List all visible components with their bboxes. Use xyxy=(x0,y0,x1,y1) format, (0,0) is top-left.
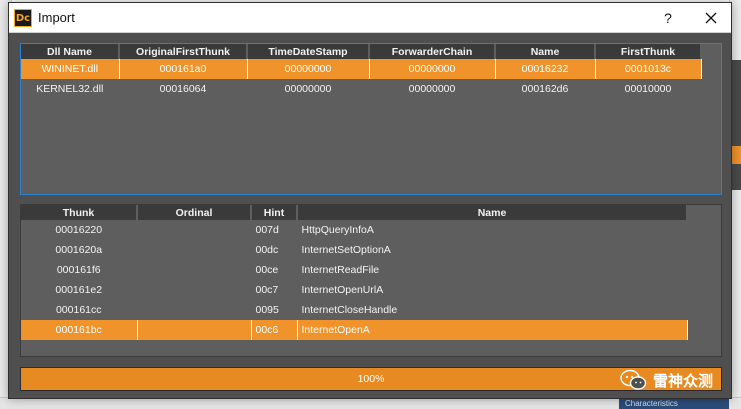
dll-name-cell: KERNEL32.dll xyxy=(21,79,120,99)
name-rva-cell: 000162d6 xyxy=(495,79,596,99)
ordinal-cell xyxy=(137,300,252,320)
column-header-name[interactable]: Name xyxy=(495,44,596,59)
help-button[interactable]: ? xyxy=(659,8,677,28)
function-table-row[interactable]: 000161cc 0095 InternetCloseHandle xyxy=(21,300,688,320)
function-table-row[interactable]: 00016220 007d HttpQueryInfoA xyxy=(21,220,688,240)
first-thunk-cell: 0001013c xyxy=(595,59,702,79)
ordinal-cell xyxy=(137,280,252,300)
name-rva-cell: 00016232 xyxy=(495,59,596,79)
ordinal-cell xyxy=(137,320,252,340)
hint-cell: 00c7 xyxy=(251,280,298,300)
time-date-stamp-cell: 00000000 xyxy=(247,59,370,79)
functions-table-header-row: Thunk Ordinal Hint Name xyxy=(21,205,688,220)
watermark: 雷神众测 xyxy=(619,365,713,395)
hint-cell: 0095 xyxy=(251,300,298,320)
dll-table-row[interactable]: WININET.dll 000161a0 00000000 00000000 0… xyxy=(21,59,702,79)
dll-name-cell: WININET.dll xyxy=(21,59,120,79)
dialog-titlebar[interactable]: Dc Import ? xyxy=(9,3,731,33)
thunk-cell: 000161bc xyxy=(21,320,138,340)
ordinal-cell xyxy=(137,240,252,260)
dll-table-header-row: Dll Name OriginalFirstThunk TimeDateStam… xyxy=(21,44,702,59)
function-table-row[interactable]: 000161f6 00ce InternetReadFile xyxy=(21,260,688,280)
hint-cell: 00ce xyxy=(251,260,298,280)
function-name-cell: InternetOpenUrlA xyxy=(297,280,688,300)
forwarder-chain-cell: 00000000 xyxy=(369,59,496,79)
function-name-cell: InternetOpenA xyxy=(297,320,688,340)
hint-cell: 00c6 xyxy=(251,320,298,340)
function-table-row[interactable]: 000161bc 00c6 InternetOpenA xyxy=(21,320,688,340)
time-date-stamp-cell: 00000000 xyxy=(247,79,370,99)
function-table-row[interactable]: 0001620a 00dc InternetSetOptionA xyxy=(21,240,688,260)
function-name-cell: HttpQueryInfoA xyxy=(297,220,688,240)
first-thunk-cell: 00010000 xyxy=(595,79,702,99)
thunk-cell: 00016220 xyxy=(21,220,138,240)
background-status-tag: Characteristics xyxy=(619,399,729,409)
progress-bar: 100% xyxy=(20,367,722,391)
ordinal-cell xyxy=(137,220,252,240)
thunk-cell: 000161e2 xyxy=(21,280,138,300)
imported-functions-table-panel[interactable]: Thunk Ordinal Hint Name 00016220 007d Ht… xyxy=(20,204,722,357)
column-header-original-first-thunk[interactable]: OriginalFirstThunk xyxy=(119,44,248,59)
column-header-ordinal[interactable]: Ordinal xyxy=(137,205,252,220)
close-icon xyxy=(705,12,717,24)
hint-cell: 00dc xyxy=(251,240,298,260)
dll-import-table: Dll Name OriginalFirstThunk TimeDateStam… xyxy=(21,44,702,99)
column-header-function-name[interactable]: Name xyxy=(297,205,688,220)
column-header-forwarder-chain[interactable]: ForwarderChain xyxy=(369,44,496,59)
app-logo-icon: Dc xyxy=(14,9,32,27)
ordinal-cell xyxy=(137,260,252,280)
column-header-hint[interactable]: Hint xyxy=(251,205,298,220)
close-button[interactable] xyxy=(701,8,721,28)
thunk-cell: 000161cc xyxy=(21,300,138,320)
progress-label: 100% xyxy=(357,373,385,385)
watermark-text: 雷神众测 xyxy=(653,371,714,390)
forwarder-chain-cell: 00000000 xyxy=(369,79,496,99)
thunk-cell: 000161f6 xyxy=(21,260,138,280)
function-name-cell: InternetSetOptionA xyxy=(297,240,688,260)
dll-import-table-panel[interactable]: Dll Name OriginalFirstThunk TimeDateStam… xyxy=(20,43,722,195)
column-header-dll-name[interactable]: Dll Name xyxy=(21,44,120,59)
function-name-cell: InternetCloseHandle xyxy=(297,300,688,320)
original-first-thunk-cell: 000161a0 xyxy=(119,59,248,79)
column-header-time-date-stamp[interactable]: TimeDateStamp xyxy=(247,44,370,59)
column-header-thunk[interactable]: Thunk xyxy=(21,205,138,220)
hint-cell: 007d xyxy=(251,220,298,240)
dialog-title: Import xyxy=(38,10,75,25)
function-name-cell: InternetReadFile xyxy=(297,260,688,280)
import-dialog: Dc Import ? Dll Name OriginalFirstThunk … xyxy=(8,2,732,399)
wechat-icon xyxy=(620,369,647,390)
dll-table-row[interactable]: KERNEL32.dll 00016064 00000000 00000000 … xyxy=(21,79,702,99)
thunk-cell: 0001620a xyxy=(21,240,138,260)
column-header-first-thunk[interactable]: FirstThunk xyxy=(595,44,702,59)
function-table-row[interactable]: 000161e2 00c7 InternetOpenUrlA xyxy=(21,280,688,300)
original-first-thunk-cell: 00016064 xyxy=(119,79,248,99)
imported-functions-table: Thunk Ordinal Hint Name 00016220 007d Ht… xyxy=(21,205,688,340)
